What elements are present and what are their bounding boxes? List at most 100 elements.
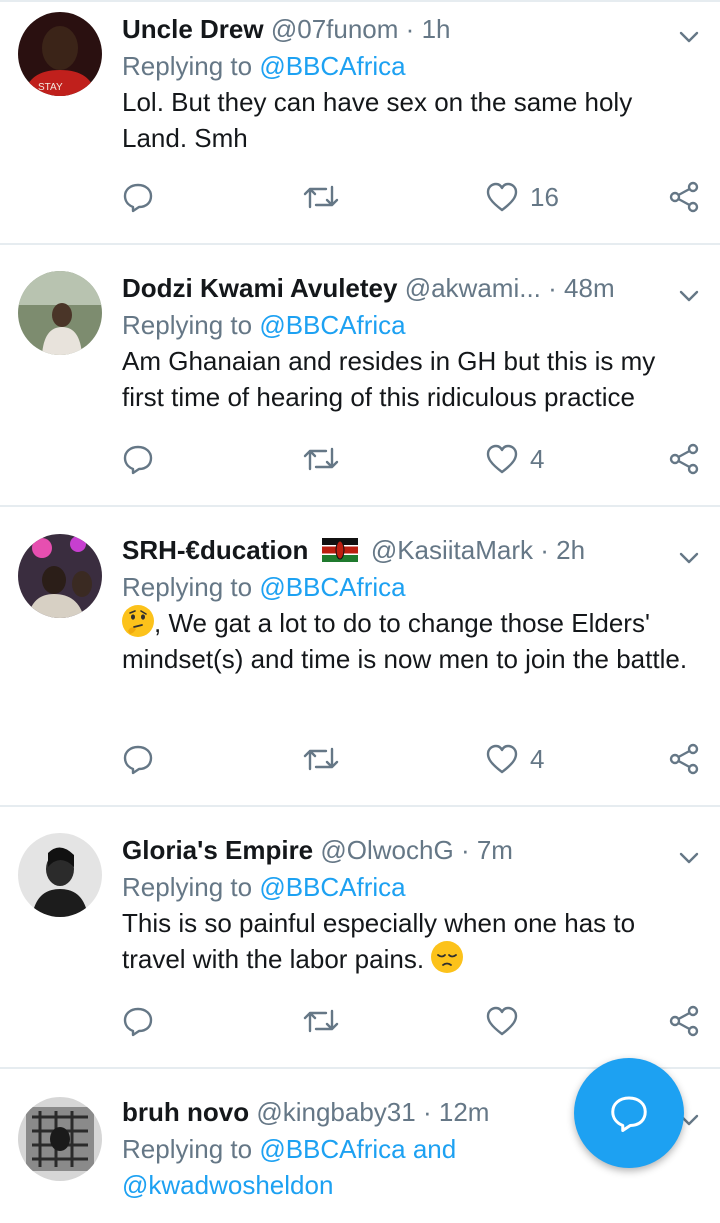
retweet-icon	[303, 447, 339, 471]
replying-to: Replying to @BBCAfrica	[122, 307, 700, 343]
like-button[interactable]: 4	[486, 739, 544, 779]
avatar[interactable]: STAY	[18, 12, 102, 96]
retweet-button[interactable]	[302, 739, 340, 779]
replying-to-label: Replying to	[122, 872, 253, 902]
replying-to-label: Replying to	[122, 310, 253, 340]
retweet-button[interactable]	[302, 1001, 340, 1041]
tweet-card[interactable]: SRH-€ducation @KasiitaMark · 2h Replying…	[0, 507, 720, 807]
heart-icon	[486, 744, 518, 774]
reply-button[interactable]	[122, 439, 154, 479]
separator-dot: ·	[460, 835, 470, 865]
replying-to-label: Replying to	[122, 572, 253, 602]
separator-dot: ·	[540, 535, 549, 565]
like-count: 4	[530, 443, 545, 474]
user-handle[interactable]: @kingbaby31	[256, 1097, 415, 1127]
speech-bubble-icon	[123, 445, 153, 475]
like-button[interactable]: 16	[486, 177, 559, 217]
chevron-down-icon[interactable]	[678, 541, 700, 564]
retweet-button[interactable]	[302, 439, 340, 479]
mention-link[interactable]: @BBCAfrica	[259, 572, 405, 602]
chevron-down-icon[interactable]	[678, 20, 700, 43]
tweet-actions: 4	[122, 739, 702, 779]
share-icon	[669, 743, 699, 775]
heart-icon	[486, 444, 518, 474]
retweet-icon	[303, 1009, 339, 1033]
tweet-card[interactable]: Dodzi Kwami Avuletey @akwami... · 48m Re…	[0, 245, 720, 507]
separator-dot: ·	[422, 1097, 432, 1127]
separator-dot: ·	[405, 14, 415, 44]
heart-icon	[486, 1006, 518, 1036]
retweet-icon	[303, 747, 339, 771]
chevron-down-icon[interactable]	[678, 841, 700, 864]
svg-text:STAY: STAY	[38, 82, 63, 93]
timestamp[interactable]: 1h	[422, 14, 451, 44]
share-button[interactable]	[668, 739, 700, 779]
user-handle[interactable]: @OlwochG	[320, 835, 453, 865]
speech-bubble-icon	[123, 1007, 153, 1037]
kenya-flag-icon	[321, 534, 358, 572]
avatar[interactable]	[18, 534, 102, 618]
heart-icon	[486, 182, 518, 212]
user-handle[interactable]: @akwami...	[405, 273, 541, 303]
tweet-text: Am Ghanaian and resides in GH but this i…	[122, 346, 656, 412]
replying-to-label: Replying to	[122, 1134, 253, 1164]
tweet-header: Dodzi Kwami Avuletey @akwami... · 48m	[122, 269, 700, 307]
compose-reply-icon	[611, 1096, 647, 1132]
replying-to: Replying to @BBCAfrica	[122, 569, 700, 605]
tweet-text: , We gat a lot to do to change those Eld…	[122, 608, 688, 674]
tweet-text: This is so painful especially when one h…	[122, 908, 636, 974]
display-name[interactable]: Dodzi Kwami Avuletey	[122, 273, 397, 303]
pensive-face-emoji-icon	[431, 941, 464, 973]
user-handle[interactable]: @07funom	[271, 14, 399, 44]
share-button[interactable]	[668, 439, 700, 479]
speech-bubble-icon	[123, 183, 153, 213]
mention-link[interactable]: @BBCAfrica	[259, 51, 405, 81]
replying-to-label: Replying to	[122, 51, 253, 81]
tweet-actions	[122, 1001, 702, 1041]
tweet-text-block: , We gat a lot to do to change those Eld…	[122, 605, 700, 677]
tweet-text-block: This is so painful especially when one h…	[122, 905, 700, 977]
tweet-header: Uncle Drew @07funom · 1h	[122, 10, 700, 48]
replying-to: Replying to @BBCAfrica	[122, 869, 700, 905]
chevron-down-icon[interactable]	[678, 279, 700, 302]
reply-button[interactable]	[122, 177, 154, 217]
display-name[interactable]: SRH-€ducation	[122, 535, 308, 565]
reply-button[interactable]	[122, 739, 154, 779]
like-count: 16	[530, 181, 559, 212]
share-icon	[669, 181, 699, 213]
display-name[interactable]: Uncle Drew	[122, 14, 264, 44]
timestamp[interactable]: 48m	[564, 273, 615, 303]
mention-link[interactable]: @BBCAfrica	[259, 310, 405, 340]
speech-bubble-icon	[123, 745, 153, 775]
like-count: 4	[530, 743, 545, 774]
thinking-face-emoji-icon	[122, 605, 154, 637]
share-icon	[669, 1005, 699, 1037]
compose-reply-button[interactable]	[574, 1058, 684, 1168]
display-name[interactable]: bruh novo	[122, 1097, 249, 1127]
mention-link[interactable]: @BBCAfrica and	[259, 1134, 456, 1164]
avatar[interactable]	[18, 271, 102, 355]
mention-link[interactable]: @BBCAfrica	[259, 872, 405, 902]
user-handle[interactable]: @KasiitaMark	[371, 535, 533, 565]
timestamp[interactable]: 2h	[556, 535, 585, 565]
share-icon	[669, 443, 699, 475]
like-button[interactable]	[486, 1001, 530, 1041]
reply-button[interactable]	[122, 1001, 154, 1041]
display-name[interactable]: Gloria's Empire	[122, 835, 313, 865]
retweet-button[interactable]	[302, 177, 340, 217]
replying-to-continued: @kwadwosheldon	[122, 1167, 700, 1203]
retweet-icon	[303, 185, 339, 209]
timestamp[interactable]: 7m	[477, 835, 513, 865]
avatar[interactable]	[18, 833, 102, 917]
tweet-actions: 16	[122, 177, 702, 217]
tweet-header: SRH-€ducation @KasiitaMark · 2h	[122, 531, 700, 569]
tweet-card[interactable]: STAY Uncle Drew @07funom · 1h Replying t…	[0, 2, 720, 245]
share-button[interactable]	[668, 1001, 700, 1041]
timestamp[interactable]: 12m	[439, 1097, 490, 1127]
mention-link[interactable]: @kwadwosheldon	[122, 1170, 333, 1200]
tweet-actions: 4	[122, 439, 702, 479]
share-button[interactable]	[668, 177, 700, 217]
like-button[interactable]: 4	[486, 439, 544, 479]
tweet-card[interactable]: Gloria's Empire @OlwochG · 7m Replying t…	[0, 807, 720, 1069]
avatar[interactable]	[18, 1097, 102, 1181]
